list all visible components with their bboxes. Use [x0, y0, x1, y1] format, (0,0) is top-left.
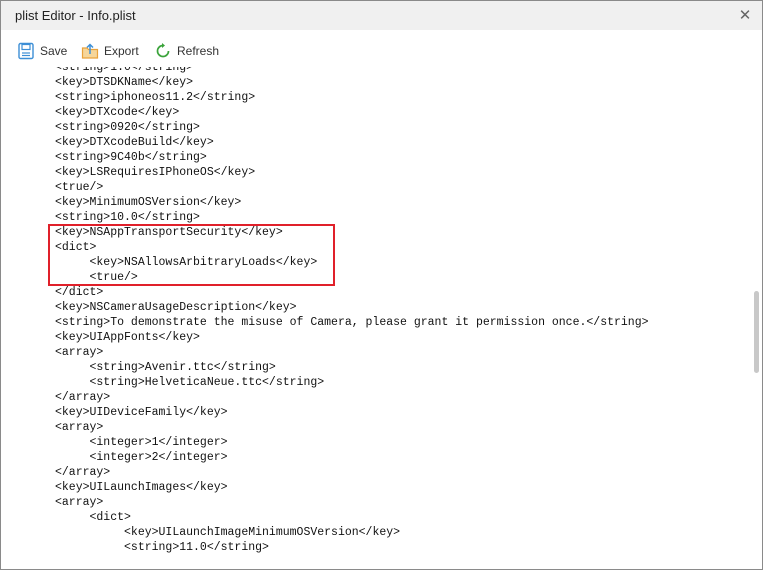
- code-line: </array>: [55, 391, 111, 404]
- plist-source: <string>1.0</string> <key>DTSDKName</key…: [55, 67, 649, 555]
- code-line: <key>DTXcode</key>: [55, 106, 180, 119]
- code-line: <true/>: [55, 271, 138, 284]
- code-line: <integer>1</integer>: [55, 436, 228, 449]
- code-line: <key>UIDeviceFamily</key>: [55, 406, 228, 419]
- code-line: <key>UIAppFonts</key>: [55, 331, 200, 344]
- save-icon: [17, 42, 35, 60]
- code-line: <key>DTSDKName</key>: [55, 76, 194, 89]
- code-line: <string>11.0</string>: [55, 541, 269, 554]
- toolbar: Save Export Refresh: [1, 31, 762, 67]
- code-line: <string>HelveticaNeue.ttc</string>: [55, 376, 325, 389]
- refresh-icon: [154, 42, 172, 60]
- export-button[interactable]: Export: [81, 41, 139, 61]
- code-line: <string>0920</string>: [55, 121, 200, 134]
- code-line: </dict>: [55, 286, 104, 299]
- code-line: <string>9C40b</string>: [55, 151, 207, 164]
- scrollbar-thumb[interactable]: [754, 291, 759, 373]
- code-line: <true/>: [55, 181, 104, 194]
- export-label: Export: [104, 44, 139, 58]
- code-line: <string>To demonstrate the misuse of Cam…: [55, 316, 649, 329]
- code-line: <string>10.0</string>: [55, 211, 200, 224]
- code-line: <string>iphoneos11.2</string>: [55, 91, 256, 104]
- window-title: plist Editor - Info.plist: [15, 8, 136, 23]
- code-line: <dict>: [55, 511, 131, 524]
- code-line: <key>NSCameraUsageDescription</key>: [55, 301, 297, 314]
- code-line: </array>: [55, 466, 111, 479]
- code-line: <key>NSAppTransportSecurity</key>: [55, 226, 283, 239]
- code-line: <array>: [55, 421, 104, 434]
- save-label: Save: [40, 44, 68, 58]
- vertical-scrollbar[interactable]: [751, 67, 762, 569]
- code-line: <dict>: [55, 241, 97, 254]
- code-line: <key>DTXcodeBuild</key>: [55, 136, 214, 149]
- code-line: <key>NSAllowsArbitraryLoads</key>: [55, 256, 318, 269]
- code-line: <key>UILaunchImageMinimumOSVersion</key>: [55, 526, 401, 539]
- refresh-button[interactable]: Refresh: [154, 41, 219, 61]
- code-line: <string>Avenir.ttc</string>: [55, 361, 276, 374]
- save-button[interactable]: Save: [17, 41, 67, 61]
- plist-editor-window: plist Editor - Info.plist ✕ Save Export …: [0, 0, 763, 570]
- title-bar: plist Editor - Info.plist ✕: [1, 1, 762, 30]
- code-line: <integer>2</integer>: [55, 451, 228, 464]
- code-line: <array>: [55, 346, 104, 359]
- code-editor[interactable]: <string>1.0</string> <key>DTSDKName</key…: [1, 67, 751, 569]
- refresh-label: Refresh: [177, 44, 220, 58]
- close-icon[interactable]: ✕: [735, 6, 755, 26]
- code-line: <key>UILaunchImages</key>: [55, 481, 228, 494]
- code-line: <string>1.0</string>: [55, 67, 194, 74]
- code-line: <array>: [55, 496, 104, 509]
- code-line: <key>MinimumOSVersion</key>: [55, 196, 242, 209]
- code-line: <key>LSRequiresIPhoneOS</key>: [55, 166, 256, 179]
- export-icon: [81, 42, 99, 60]
